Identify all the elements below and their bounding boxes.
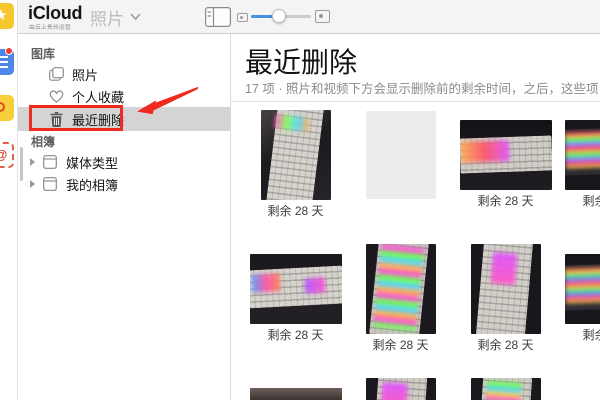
- album-icon: [42, 154, 58, 170]
- photo-placeholder: [365, 111, 436, 199]
- photo-cell[interactable]: [453, 370, 558, 400]
- app-title-photos[interactable]: 照片: [90, 5, 124, 30]
- photos-icon: [48, 66, 64, 82]
- browser-bookmark-strip: ★ @: [0, 0, 18, 400]
- photo-thumbnail: [459, 120, 552, 190]
- sidebar-toggle-icon[interactable]: [205, 7, 231, 27]
- weibo-glyph: [0, 102, 5, 112]
- days-remaining-label: 剩余 28 天: [477, 338, 534, 352]
- disclosure-triangle-icon[interactable]: [30, 180, 35, 188]
- mail-at-icon[interactable]: @: [0, 142, 14, 168]
- sidebar-item-label: 我的相簿: [66, 177, 119, 193]
- days-remaining-label: 剩余 28 天: [267, 204, 324, 218]
- page-title: 最近删除: [245, 47, 358, 78]
- icloud-operator-note: 由云上贵州运营: [29, 24, 71, 31]
- notification-badge: [5, 47, 13, 55]
- rgb-light-glow: [251, 272, 281, 293]
- photo-thumbnail: [564, 120, 600, 190]
- rgb-light-glow: [564, 264, 600, 304]
- rgb-light-glow: [381, 382, 409, 400]
- zoom-out-thumbnail-icon[interactable]: [237, 13, 248, 22]
- sidebar-item-album[interactable]: 我的相簿: [18, 173, 230, 195]
- page-header: 最近删除 17 项 · 照片和视频下方会显示删除前的剩余时间，之后，这些项目将被: [231, 34, 600, 102]
- photo-cell[interactable]: 剩余 28 天: [558, 236, 600, 370]
- zoom-slider-handle[interactable]: [272, 9, 286, 23]
- toolbar: iCloud 由云上贵州运营 照片: [18, 0, 600, 34]
- sidebar-item-trash[interactable]: 最近删除: [18, 107, 230, 131]
- chevron-down-icon[interactable]: [130, 13, 141, 21]
- photo-thumbnail: [365, 378, 436, 400]
- rgb-light-glow: [564, 129, 600, 170]
- photo-cell[interactable]: [348, 102, 453, 236]
- page-subtitle: 17 项 · 照片和视频下方会显示删除前的剩余时间，之后，这些项目将被: [245, 82, 600, 96]
- rgb-light-glow: [490, 252, 517, 285]
- days-remaining-label: 剩余 28 天: [372, 338, 429, 352]
- photo-thumbnail: [249, 388, 342, 400]
- album-icon: [42, 176, 58, 192]
- rgb-light-glow: [304, 277, 326, 294]
- sidebar-sections: 图库照片个人收藏最近删除相簿 媒体类型我的相簿: [18, 47, 230, 195]
- rgb-light-glow: [372, 244, 425, 331]
- scrollbar-thumb[interactable]: [20, 147, 23, 181]
- days-remaining-label: 剩余 28 天: [477, 194, 534, 208]
- days-remaining-label: 剩余 28 天: [582, 194, 600, 208]
- heart-icon: [48, 88, 64, 104]
- sidebar-item-label: 个人收藏: [72, 89, 125, 105]
- rgb-light-glow: [482, 380, 522, 400]
- sidebar-item-label: 最近删除: [72, 112, 125, 128]
- photo-thumbnail: [564, 254, 600, 324]
- sidebar-item-heart[interactable]: 个人收藏: [18, 85, 230, 107]
- photo-grid: 剩余 28 天剩余 28 天剩余 28 天剩余 28 天剩余 28 天剩余 28…: [243, 102, 600, 400]
- photo-cell[interactable]: 剩余 28 天: [243, 102, 348, 236]
- sidebar-item-label: 照片: [72, 67, 99, 83]
- photo-cell[interactable]: [243, 370, 348, 400]
- sidebar-item-album[interactable]: 媒体类型: [18, 151, 230, 173]
- sidebar-section-label: 图库: [31, 47, 56, 61]
- photo-thumbnail: [470, 378, 541, 400]
- sidebar: 图库照片个人收藏最近删除相簿 媒体类型我的相簿: [18, 34, 231, 400]
- photo-thumbnail: [249, 254, 342, 324]
- sidebar-section-label: 相簿: [31, 135, 56, 149]
- sidebar-item-label: 媒体类型: [66, 155, 119, 171]
- days-remaining-label: 剩余 28 天: [582, 328, 600, 342]
- photo-cell[interactable]: 剩余 28 天: [348, 236, 453, 370]
- news-feed-icon[interactable]: [0, 47, 14, 75]
- photo-cell[interactable]: 剩余 28 天: [243, 236, 348, 370]
- icloud-logo[interactable]: iCloud: [28, 3, 82, 24]
- photo-cell[interactable]: 剩余 28 天: [453, 236, 558, 370]
- photo-cell[interactable]: 剩余 28 天: [453, 102, 558, 236]
- days-remaining-label: 剩余 28 天: [267, 328, 324, 342]
- photo-thumbnail: [470, 244, 541, 334]
- zoom-in-thumbnail-icon[interactable]: [315, 10, 330, 23]
- star-bookmark-icon[interactable]: ★: [0, 3, 14, 29]
- main-content: 最近删除 17 项 · 照片和视频下方会显示删除前的剩余时间，之后，这些项目将被…: [231, 34, 600, 400]
- news-lines: [0, 56, 8, 69]
- disclosure-triangle-icon[interactable]: [30, 158, 35, 166]
- sidebar-item-photos[interactable]: 照片: [18, 63, 230, 85]
- photo-cell[interactable]: 剩余 28 天: [558, 102, 600, 236]
- photo-cell[interactable]: [348, 370, 453, 400]
- photo-thumbnail: [260, 110, 331, 200]
- rgb-light-glow: [460, 140, 510, 163]
- photo-thumbnail: [365, 244, 436, 334]
- trash-icon: [48, 111, 64, 127]
- weibo-icon[interactable]: [0, 95, 14, 121]
